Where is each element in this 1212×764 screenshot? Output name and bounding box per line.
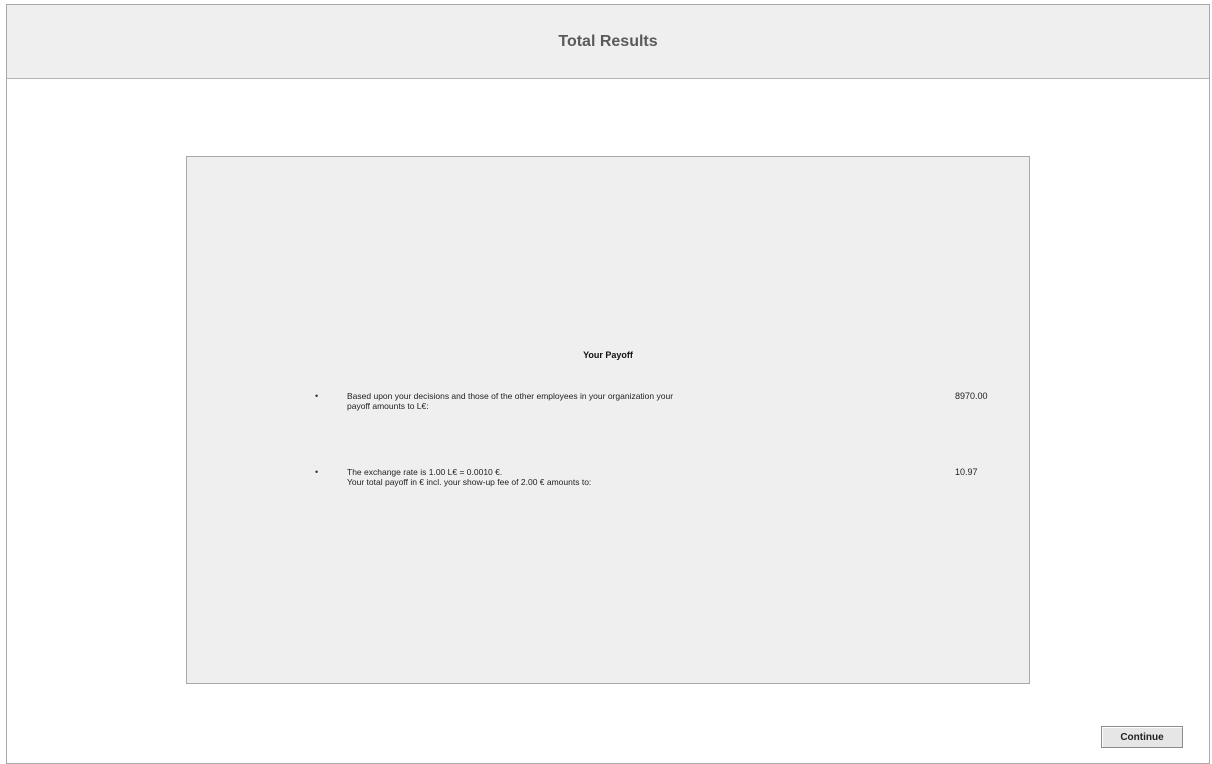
app-window: Total Results Your Payoff • Based upon y…: [6, 4, 1210, 764]
payoff-description-line2: payoff amounts to L€:: [347, 401, 429, 411]
payoff-description-line1: Based upon your decisions and those of t…: [347, 391, 674, 401]
continue-button[interactable]: Continue: [1101, 726, 1183, 748]
bullet-icon: •: [315, 391, 319, 401]
total-payoff-line: Your total payoff in € incl. your show-u…: [347, 477, 592, 487]
payoff-title: Your Payoff: [583, 350, 633, 360]
payoff-value-euro: 10.97: [955, 467, 978, 477]
bullet-icon: •: [315, 467, 319, 477]
header-bar: Total Results: [7, 5, 1209, 79]
exchange-description: The exchange rate is 1.00 L€ = 0.0010 €.…: [347, 467, 777, 487]
payoff-value-lottery-euro: 8970.00: [955, 391, 988, 401]
payoff-panel: Your Payoff • Based upon your decisions …: [186, 156, 1030, 684]
exchange-rate-line: The exchange rate is 1.00 L€ = 0.0010 €.: [347, 467, 503, 477]
payoff-description: Based upon your decisions and those of t…: [347, 391, 777, 411]
page-title: Total Results: [558, 32, 658, 50]
